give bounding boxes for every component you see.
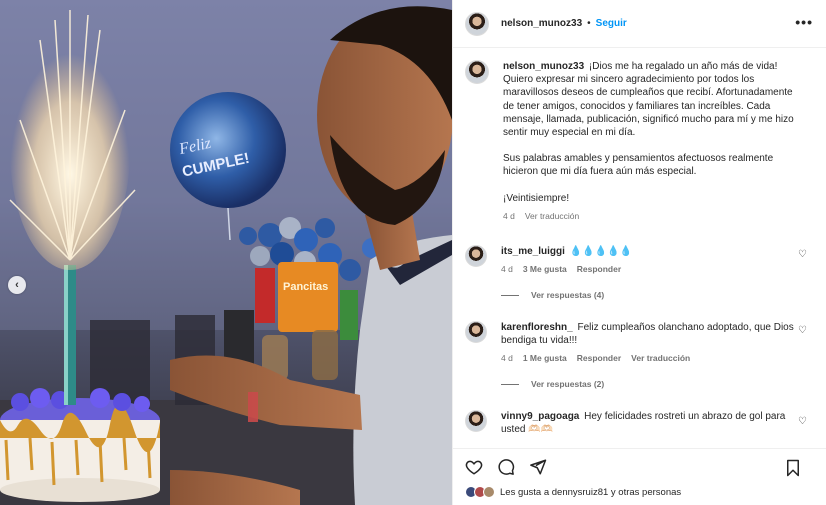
- carousel-prev-button[interactable]: ‹: [8, 276, 26, 294]
- comment-body: 💧💧💧💧💧: [569, 246, 632, 257]
- comment-username[interactable]: its_me_luiggi: [501, 246, 565, 257]
- post-sidebar: nelson_munoz33 • Seguir ••• nelson_munoz…: [452, 0, 826, 505]
- save-bookmark-icon[interactable]: [785, 459, 801, 477]
- caption-translate-link[interactable]: Ver traducción: [525, 211, 579, 221]
- post-photo[interactable]: Feliz CUMPLE! Pancitas ‹: [0, 0, 452, 505]
- replies-divider: [501, 383, 519, 385]
- comment-avatar[interactable]: [465, 410, 487, 432]
- caption-username[interactable]: nelson_munoz33: [503, 61, 584, 72]
- comment-meta: 4 d 3 Me gusta Responder: [501, 264, 801, 274]
- liker-avatar: [483, 486, 495, 498]
- photo-illustration: Feliz CUMPLE! Pancitas: [0, 0, 452, 505]
- comment-avatar[interactable]: [465, 321, 487, 343]
- comment-item: karenfloreshn_ Feliz cumpleaños olanchan…: [465, 321, 817, 389]
- comment-text: karenfloreshn_ Feliz cumpleaños olanchan…: [501, 321, 801, 347]
- comment-like-heart-icon[interactable]: ♡: [798, 416, 807, 427]
- like-heart-icon[interactable]: [465, 458, 483, 476]
- replies-divider: [501, 294, 519, 296]
- comment-reply-button[interactable]: Responder: [577, 264, 621, 274]
- follow-button[interactable]: Seguir: [596, 18, 627, 29]
- comment-avatar[interactable]: [465, 245, 487, 267]
- comment-username[interactable]: vinny9_pagoaga: [501, 411, 579, 422]
- comment-age[interactable]: 4 d: [501, 353, 513, 363]
- likes-text: Les gusta a dennysruiz81 y otras persona…: [500, 486, 682, 498]
- comment-meta: 4 d 1 Me gusta Responder Ver traducción: [501, 353, 801, 363]
- more-options-icon[interactable]: •••: [795, 14, 813, 30]
- comment-like-heart-icon[interactable]: ♡: [798, 325, 807, 336]
- caption: nelson_munoz33 ¡Dios me ha regalado un a…: [465, 60, 817, 221]
- birthday-cake: [0, 388, 160, 502]
- caption-paragraph-1: ¡Dios me ha regalado un año más de vida!…: [503, 61, 794, 139]
- caption-text: nelson_munoz33 ¡Dios me ha regalado un a…: [503, 60, 803, 205]
- comment-likes[interactable]: 1 Me gusta: [523, 353, 567, 363]
- comment-age[interactable]: 4 d: [501, 264, 513, 274]
- comment-reply-button[interactable]: Responder: [577, 353, 621, 363]
- likes-summary[interactable]: Les gusta a dennysruiz81 y otras persona…: [465, 486, 681, 498]
- comment-item: its_me_luiggi 💧💧💧💧💧 4 d 3 Me gusta Respo…: [465, 245, 817, 300]
- author-avatar[interactable]: [465, 11, 489, 36]
- chevron-left-icon: ‹: [15, 279, 19, 291]
- snack-label: Pancitas: [283, 281, 328, 293]
- post-header: nelson_munoz33 • Seguir •••: [453, 0, 826, 48]
- view-replies-label: Ver respuestas (4): [531, 290, 605, 301]
- caption-paragraph-3: ¡Veintisiempre!: [503, 192, 570, 204]
- view-replies-button[interactable]: Ver respuestas (2): [501, 379, 801, 389]
- comment-text: vinny9_pagoaga Hey felicidades rostreti …: [501, 410, 801, 436]
- caption-meta: 4 d Ver traducción: [503, 211, 803, 221]
- comment-likes[interactable]: 3 Me gusta: [523, 264, 567, 274]
- caption-author-avatar[interactable]: [465, 60, 489, 84]
- author-username[interactable]: nelson_munoz33: [501, 18, 582, 29]
- view-replies-button[interactable]: Ver respuestas (4): [501, 290, 801, 300]
- view-replies-label: Ver respuestas (2): [531, 379, 605, 390]
- comments-scroll-area[interactable]: nelson_munoz33 ¡Dios me ha regalado un a…: [453, 48, 826, 448]
- share-paper-plane-icon[interactable]: [529, 458, 547, 476]
- comment-text: its_me_luiggi 💧💧💧💧💧: [501, 245, 801, 258]
- comment-item: vinny9_pagoaga Hey felicidades rostreti …: [465, 410, 817, 436]
- comment-translate-link[interactable]: Ver traducción: [631, 353, 690, 363]
- comment-bubble-icon[interactable]: [497, 458, 515, 476]
- caption-paragraph-2: Sus palabras amables y pensamientos afec…: [503, 153, 774, 178]
- comment-username[interactable]: karenfloreshn_: [501, 322, 573, 333]
- header-separator: •: [587, 18, 591, 29]
- comment-like-heart-icon[interactable]: ♡: [798, 249, 807, 260]
- post-action-bar: [453, 448, 826, 484]
- caption-age[interactable]: 4 d: [503, 211, 515, 221]
